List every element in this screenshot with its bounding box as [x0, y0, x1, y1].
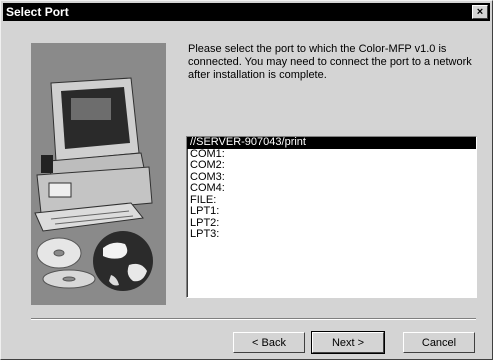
- cancel-button[interactable]: Cancel: [403, 332, 475, 353]
- instruction-text: Please select the port to which the Colo…: [188, 43, 472, 81]
- port-list-item[interactable]: COM1:: [187, 148, 476, 161]
- computer-monitor-icon: [34, 77, 153, 232]
- close-icon: ×: [476, 6, 484, 18]
- port-list-item[interactable]: LPT2:: [187, 217, 476, 230]
- port-listbox[interactable]: //SERVER-907043/print COM1: COM2: COM3: COM4…: [186, 136, 477, 298]
- next-button[interactable]: Next >: [311, 331, 385, 354]
- port-list-item[interactable]: LPT1:: [187, 205, 476, 218]
- close-button[interactable]: ×: [472, 5, 488, 19]
- window-title: Select Port: [6, 5, 69, 19]
- separator: [31, 318, 476, 320]
- port-list-item[interactable]: FILE:: [187, 194, 476, 207]
- select-port-dialog: Select Port × Please select the port to …: [0, 0, 493, 360]
- port-list-item[interactable]: COM4:: [187, 182, 476, 195]
- setup-illustration: [31, 43, 166, 305]
- port-list-item[interactable]: LPT3:: [187, 228, 476, 241]
- back-button[interactable]: < Back: [233, 332, 305, 353]
- port-list-item[interactable]: //SERVER-907043/print: [187, 137, 476, 149]
- title-bar[interactable]: Select Port ×: [3, 3, 490, 21]
- port-list-item[interactable]: COM2:: [187, 159, 476, 172]
- port-list-item[interactable]: COM3:: [187, 171, 476, 184]
- cd-disc-icon: [36, 237, 96, 289]
- globe-icon: [93, 231, 153, 291]
